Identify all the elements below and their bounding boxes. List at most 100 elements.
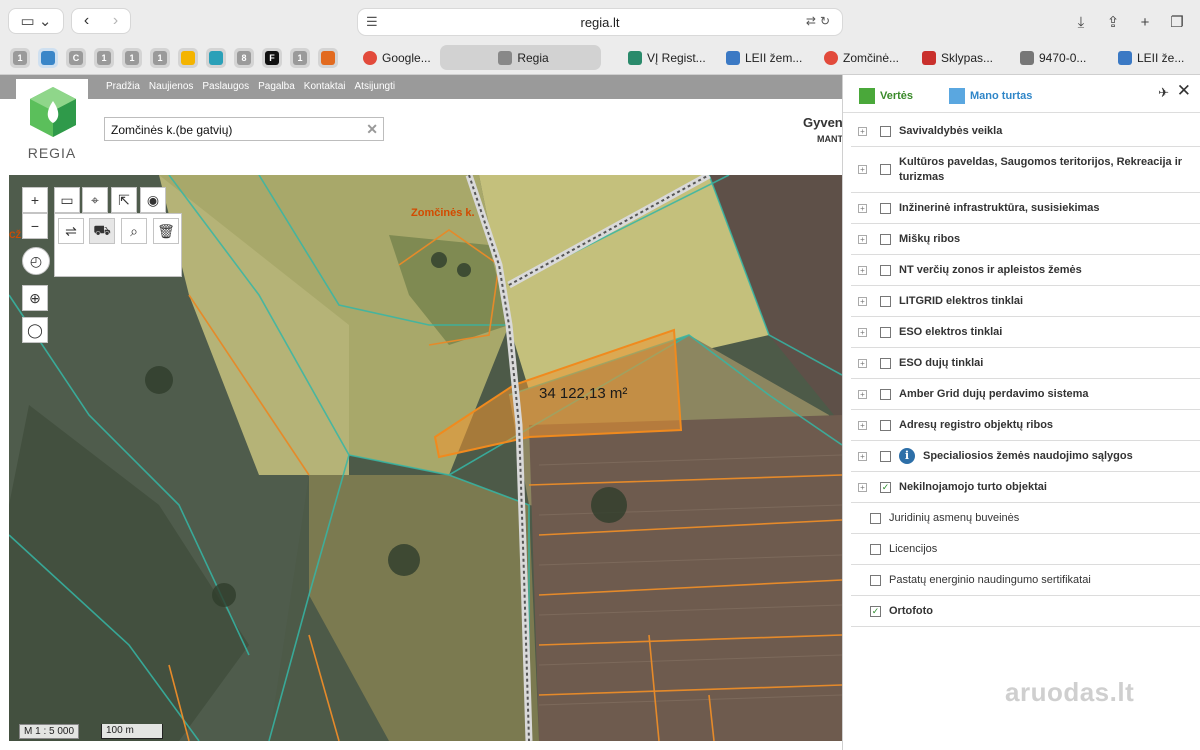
pinned-tab[interactable]: 1	[94, 48, 114, 68]
downloads-icon[interactable]: ⤓	[1068, 9, 1094, 35]
expand-icon[interactable]: +	[858, 389, 867, 399]
zoom-out-button[interactable]: −	[22, 213, 48, 239]
compass-button[interactable]: ◴	[22, 247, 50, 275]
layer-item[interactable]: + Adresų registro objektų ribos	[851, 410, 1200, 441]
expand-icon[interactable]: +	[858, 126, 867, 136]
layer-checkbox[interactable]	[880, 326, 891, 338]
pinned-tab[interactable]: 8	[234, 48, 254, 68]
regia-logo[interactable]: REGIA	[16, 79, 88, 171]
car-tool-button[interactable]: ⛟	[89, 218, 115, 244]
share-icon[interactable]: ⇪	[1100, 9, 1126, 35]
distance-tool-button[interactable]: ⇌	[58, 218, 84, 244]
tab-overview-icon[interactable]: ❐	[1164, 9, 1190, 35]
expand-icon[interactable]: +	[858, 327, 867, 337]
search-input[interactable]: Zomčinės k.(be gatvių) ✕	[104, 117, 384, 141]
layer-item[interactable]: Pastatų energinio naudingumo sertifikata…	[851, 565, 1200, 596]
layer-item[interactable]: Juridinių asmenų buveinės	[851, 503, 1200, 534]
expand-icon[interactable]: +	[858, 358, 867, 368]
point-button[interactable]: ◉	[140, 187, 166, 213]
layer-checkbox[interactable]	[880, 357, 891, 369]
layer-checkbox[interactable]	[880, 202, 891, 214]
browser-tab-active[interactable]: Regia	[440, 45, 601, 70]
clear-icon[interactable]: ✕	[366, 121, 378, 138]
pinned-tab[interactable]: 1	[150, 48, 170, 68]
layer-checkbox[interactable]	[870, 512, 881, 524]
layer-item[interactable]: + LITGRID elektros tinklai	[851, 286, 1200, 317]
export-button[interactable]: ⇱	[111, 187, 137, 213]
marker-button[interactable]: ⌖	[82, 187, 108, 213]
pinned-tab[interactable]	[38, 48, 58, 68]
browser-tab[interactable]: LEII že...	[1112, 45, 1198, 70]
layer-item[interactable]: + Kultūros paveldas, Saugomos teritorijos…	[851, 147, 1200, 193]
layer-item[interactable]: + Inžinerinė infrastruktūra, susisiekimas	[851, 193, 1200, 224]
browser-tab[interactable]: Sklypas...	[916, 45, 1011, 70]
tab-values[interactable]: Vertės	[859, 88, 913, 104]
nav-link-contacts[interactable]: Kontaktai	[304, 81, 346, 92]
browser-tab[interactable]: Google...	[357, 45, 437, 70]
pinned-tab-drive[interactable]	[178, 48, 198, 68]
expand-icon[interactable]: +	[858, 420, 867, 430]
layer-checkbox[interactable]	[880, 295, 891, 307]
layer-item[interactable]: + ✓ Nekilnojamojo turto objektai	[851, 472, 1200, 503]
info-icon[interactable]: i	[899, 448, 915, 464]
close-icon[interactable]: ✕	[1177, 81, 1191, 101]
nav-link-help[interactable]: Pagalba	[258, 81, 295, 92]
expand-icon[interactable]: +	[858, 451, 867, 461]
layer-checkbox[interactable]	[880, 125, 891, 137]
browser-tab[interactable]: VĮ Regist...	[622, 45, 717, 70]
area-tool-button[interactable]: ⌕	[121, 218, 147, 244]
layer-item[interactable]: + ESO dujų tinklai	[851, 348, 1200, 379]
pinned-tab[interactable]: 1	[290, 48, 310, 68]
page-menu-icon[interactable]: ☰	[366, 14, 378, 30]
zoom-in-button[interactable]: +	[22, 187, 48, 213]
pinned-tab[interactable]: 1	[10, 48, 30, 68]
sidebar-toggle-button[interactable]: ▭ ⌄	[8, 8, 64, 34]
pinned-tab[interactable]: C	[66, 48, 86, 68]
layer-item[interactable]: + Amber Grid dujų perdavimo sistema	[851, 379, 1200, 410]
browser-tab[interactable]: Zomčinė...	[818, 45, 913, 70]
layer-checkbox[interactable]	[880, 450, 891, 462]
forward-button[interactable]: ›	[101, 9, 130, 33]
expand-icon[interactable]: +	[858, 165, 867, 174]
pinned-tab[interactable]	[318, 48, 338, 68]
layer-checkbox[interactable]	[880, 388, 891, 400]
translate-reload-icons[interactable]: ⇄↻	[806, 14, 834, 28]
layer-item[interactable]: ✓ Ortofoto	[851, 596, 1200, 627]
nav-link-services[interactable]: Paslaugos	[202, 81, 249, 92]
expand-icon[interactable]: +	[858, 265, 867, 275]
layer-item[interactable]: Licencijos	[851, 534, 1200, 565]
back-button[interactable]: ‹	[72, 9, 101, 33]
layer-item[interactable]: + i Specialiosios žemės naudojimo sąlygos	[851, 441, 1200, 472]
new-tab-icon[interactable]: +	[1132, 9, 1158, 35]
tab-my-property[interactable]: Mano turtas	[949, 88, 1032, 104]
layer-checkbox[interactable]	[880, 264, 891, 276]
locate-button[interactable]: ⊕	[22, 285, 48, 311]
unpin-icon[interactable]: ✈	[1158, 85, 1169, 101]
layer-item[interactable]: + ESO elektros tinklai	[851, 317, 1200, 348]
expand-icon[interactable]: +	[858, 203, 867, 213]
layer-checkbox[interactable]	[880, 419, 891, 431]
layer-checkbox[interactable]	[880, 233, 891, 245]
layer-checkbox-checked[interactable]: ✓	[870, 605, 881, 617]
address-bar[interactable]: ☰ regia.lt ⇄↻	[357, 8, 843, 36]
delete-button[interactable]: 🗑	[153, 218, 179, 244]
layer-checkbox-checked[interactable]: ✓	[880, 481, 891, 493]
pinned-tab[interactable]	[206, 48, 226, 68]
layer-checkbox[interactable]	[880, 164, 891, 175]
expand-icon[interactable]: +	[858, 482, 867, 492]
expand-icon[interactable]: +	[858, 234, 867, 244]
nav-link-logout[interactable]: Atsijungti	[355, 81, 396, 92]
map-view[interactable]: + − ▭ ⌖ ⇱ ◉ ⇌ ⛟ ⌕ 🗑 ◴ ⊕ ◯ CŽ Zomčinės k.…	[9, 175, 842, 741]
pinned-tab[interactable]: F	[262, 48, 282, 68]
measure-button[interactable]: ▭	[54, 187, 80, 213]
layer-checkbox[interactable]	[870, 574, 881, 586]
browser-tab[interactable]: LEII žem...	[720, 45, 815, 70]
expand-icon[interactable]: +	[858, 296, 867, 306]
layer-item[interactable]: + Savivaldybės veikla	[851, 116, 1200, 147]
layer-item[interactable]: + Miškų ribos	[851, 224, 1200, 255]
nav-link-home[interactable]: Pradžia	[106, 81, 140, 92]
browser-tab[interactable]: 9470-0...	[1014, 45, 1109, 70]
lasso-button[interactable]: ◯	[22, 317, 48, 343]
pinned-tab[interactable]: 1	[122, 48, 142, 68]
layer-item[interactable]: + NT verčių zonos ir apleistos žemės	[851, 255, 1200, 286]
